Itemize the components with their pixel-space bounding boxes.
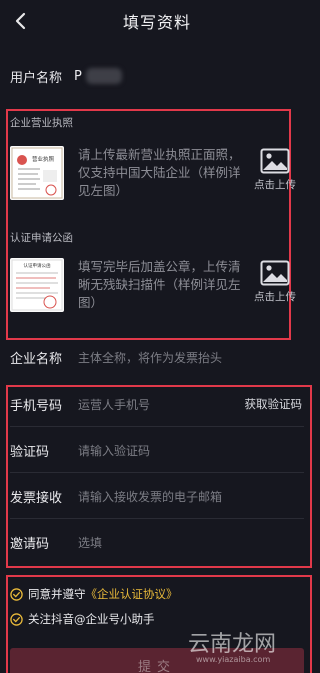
invoice-row: 发票接收 请输入接收发票的电子邮箱 <box>10 485 304 507</box>
app-screen: 填写资料 用户名称 P 企业营业执照 营业执照 请上传最新营业执照正面照，仅支持… <box>0 0 314 673</box>
code-input[interactable]: 请输入验证码 <box>78 442 150 459</box>
invite-row: 邀请码 选填 <box>10 531 304 553</box>
phone-label: 手机号码 <box>10 398 63 414</box>
nav-bar: 填写资料 <box>0 0 314 42</box>
license-hint: 请上传最新营业执照正面照，仅支持中国大陆企业（样例详见左图） <box>78 147 241 198</box>
license-sample-image: 营业执照 <box>10 146 64 200</box>
divider <box>10 518 304 519</box>
letter-thumb-title: 认证申请公函 <box>24 262 51 269</box>
code-row: 验证码 请输入验证码 <box>10 439 304 461</box>
phone-input[interactable]: 运营人手机号 <box>78 396 150 413</box>
letter-upload-button[interactable]: 点击上传 <box>244 260 306 304</box>
divider <box>10 472 304 473</box>
license-upload-button[interactable]: 点击上传 <box>244 148 306 192</box>
watermark-text: 云南龙网 <box>188 632 277 657</box>
page-title: 填写资料 <box>122 13 191 32</box>
user-name-row: 用户名称 P <box>10 66 122 86</box>
redacted-username-blur <box>85 68 122 84</box>
user-name-label: 用户名称 <box>10 70 63 86</box>
letter-sample-image: 认证申请公函 <box>10 258 64 312</box>
image-upload-icon <box>260 148 290 174</box>
agreement-item-1[interactable]: 同意并遵守 《企业认证协议》 <box>10 586 178 602</box>
license-upload-label: 点击上传 <box>254 179 296 191</box>
get-code-button[interactable]: 获取验证码 <box>245 396 303 412</box>
image-upload-icon <box>260 260 290 286</box>
agreement-2-text: 关注抖音@企业号小助手 <box>28 612 155 626</box>
invite-label: 邀请码 <box>10 536 50 552</box>
chevron-left-icon <box>15 12 26 30</box>
company-name-row[interactable]: 企业名称 主体全称，将作为发票抬头 <box>10 346 304 368</box>
license-upload: 营业执照 请上传最新营业执照正面照，仅支持中国大陆企业（样例详见左图） 点击上传 <box>10 146 300 210</box>
letter-upload: 认证申请公函 填写完毕后加盖公章，上传清晰无残缺扫描件（样例详见左图） 点击上传 <box>10 258 300 322</box>
code-label: 验证码 <box>10 444 50 460</box>
checkbox-checked-icon[interactable] <box>10 587 23 601</box>
checkbox-checked-icon[interactable] <box>10 612 23 626</box>
back-button[interactable] <box>8 8 34 34</box>
submit-label: 提交 <box>137 660 176 673</box>
company-name-label: 企业名称 <box>10 351 63 367</box>
letter-section-title: 认证申请公函 <box>10 232 73 244</box>
license-thumb-title: 营业执照 <box>32 155 55 163</box>
watermark-url: www.yiazaiba.com <box>196 655 271 664</box>
agreement-1-text: 同意并遵守 <box>28 587 86 601</box>
invite-code-input[interactable]: 选填 <box>78 534 102 551</box>
user-name-value: P <box>74 68 82 84</box>
company-name-input[interactable]: 主体全称，将作为发票抬头 <box>78 349 222 366</box>
invoice-label: 发票接收 <box>10 490 63 506</box>
phone-row: 手机号码 运营人手机号 获取验证码 <box>10 393 304 415</box>
letter-hint: 填写完毕后加盖公章，上传清晰无残缺扫描件（样例详见左图） <box>78 259 241 310</box>
license-section-title: 企业营业执照 <box>10 117 73 129</box>
invoice-email-input[interactable]: 请输入接收发票的电子邮箱 <box>78 488 222 505</box>
agreement-link[interactable]: 《企业认证协议》 <box>86 586 178 602</box>
letter-upload-label: 点击上传 <box>254 291 296 303</box>
agreement-item-2[interactable]: 关注抖音@企业号小助手 <box>10 611 155 627</box>
divider <box>10 426 304 427</box>
